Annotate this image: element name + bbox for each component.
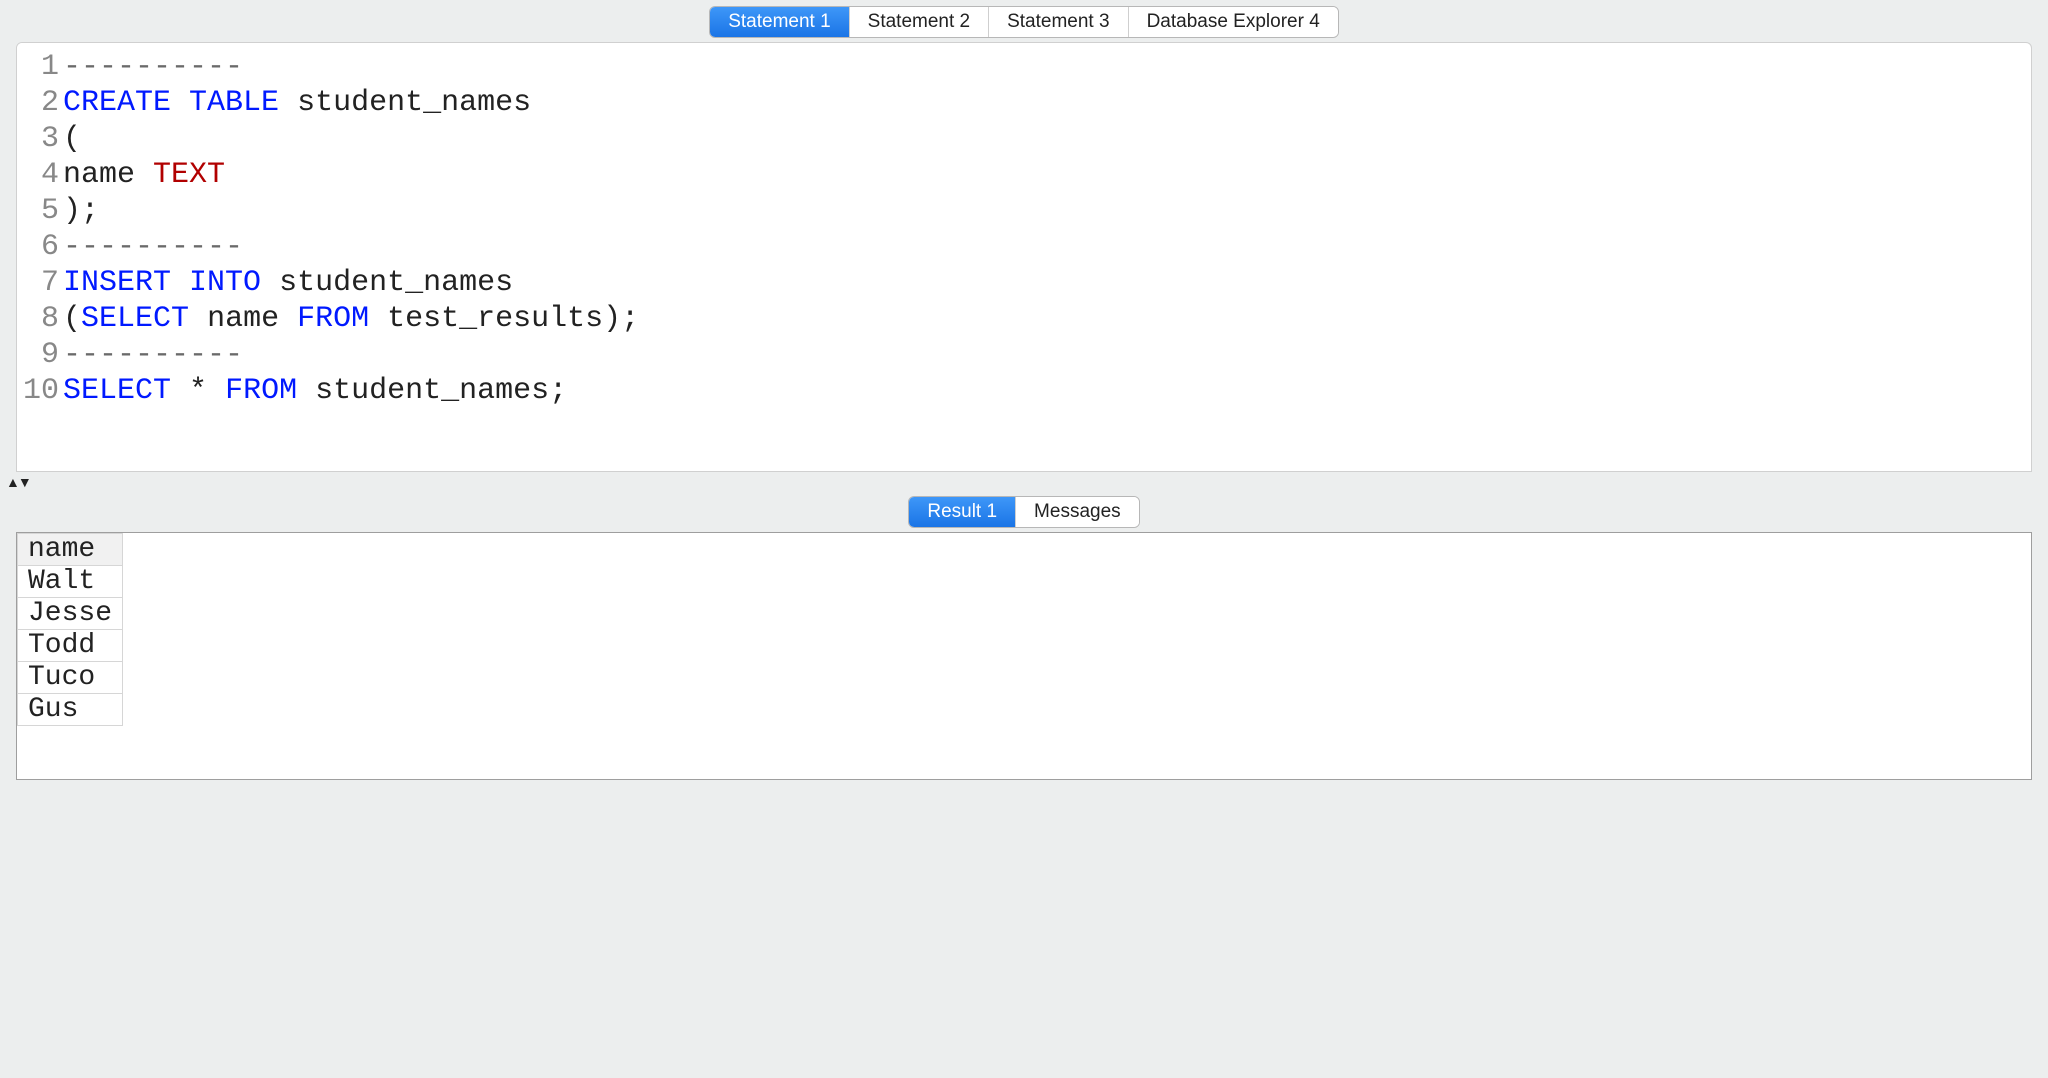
- result-tab-result-1[interactable]: Result 1: [909, 497, 1016, 527]
- line-number-gutter: 12345678910: [17, 43, 63, 471]
- top-tab-bar: Statement 1Statement 2Statement 3Databas…: [0, 0, 2048, 42]
- splitter-handle[interactable]: ▲▼: [6, 474, 2032, 490]
- code-line[interactable]: ----------: [63, 49, 2031, 85]
- line-number: 9: [23, 337, 59, 373]
- table-cell[interactable]: Tuco: [18, 662, 123, 694]
- top-tab-statement-2[interactable]: Statement 2: [850, 7, 989, 37]
- code-line[interactable]: name TEXT: [63, 157, 2031, 193]
- code-line[interactable]: (: [63, 121, 2031, 157]
- line-number: 8: [23, 301, 59, 337]
- code-line[interactable]: ----------: [63, 229, 2031, 265]
- code-line[interactable]: INSERT INTO student_names: [63, 265, 2031, 301]
- table-cell[interactable]: Walt: [18, 566, 123, 598]
- top-tab-statement-3[interactable]: Statement 3: [989, 7, 1128, 37]
- table-row[interactable]: Walt: [18, 566, 123, 598]
- table-cell[interactable]: Jesse: [18, 598, 123, 630]
- line-number: 1: [23, 49, 59, 85]
- top-tab-database-explorer-4[interactable]: Database Explorer 4: [1129, 7, 1338, 37]
- line-number: 7: [23, 265, 59, 301]
- column-header[interactable]: name: [18, 534, 123, 566]
- top-tab-group: Statement 1Statement 2Statement 3Databas…: [709, 6, 1339, 38]
- line-number: 4: [23, 157, 59, 193]
- code-line[interactable]: ----------: [63, 337, 2031, 373]
- table-row[interactable]: Todd: [18, 630, 123, 662]
- sql-editor-panel: 12345678910 ----------CREATE TABLE stude…: [16, 42, 2032, 472]
- table-row[interactable]: Gus: [18, 694, 123, 726]
- line-number: 10: [23, 373, 59, 409]
- table-row[interactable]: Jesse: [18, 598, 123, 630]
- code-line[interactable]: SELECT * FROM student_names;: [63, 373, 2031, 409]
- result-grid-panel: nameWaltJesseToddTucoGus: [16, 532, 2032, 780]
- code-line[interactable]: CREATE TABLE student_names: [63, 85, 2031, 121]
- line-number: 6: [23, 229, 59, 265]
- result-tab-bar: Result 1Messages: [0, 492, 2048, 532]
- table-row[interactable]: Tuco: [18, 662, 123, 694]
- table-cell[interactable]: Gus: [18, 694, 123, 726]
- result-tab-group: Result 1Messages: [908, 496, 1139, 528]
- result-grid[interactable]: nameWaltJesseToddTucoGus: [17, 533, 123, 726]
- top-tab-statement-1[interactable]: Statement 1: [710, 7, 849, 37]
- code-line[interactable]: );: [63, 193, 2031, 229]
- sql-editor[interactable]: ----------CREATE TABLE student_names(nam…: [63, 43, 2031, 471]
- line-number: 5: [23, 193, 59, 229]
- table-cell[interactable]: Todd: [18, 630, 123, 662]
- result-tab-messages[interactable]: Messages: [1016, 497, 1139, 527]
- code-line[interactable]: (SELECT name FROM test_results);: [63, 301, 2031, 337]
- line-number: 2: [23, 85, 59, 121]
- line-number: 3: [23, 121, 59, 157]
